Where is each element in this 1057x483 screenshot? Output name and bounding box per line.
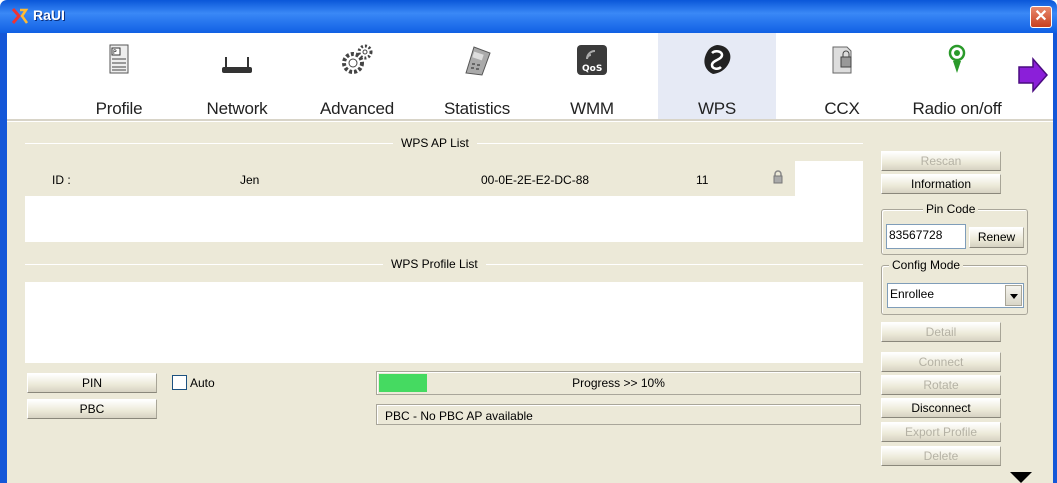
statistics-icon (465, 46, 491, 76)
tab-ccx[interactable]: CCX (807, 43, 877, 118)
svg-text:QoS: QoS (582, 64, 602, 74)
delete-button[interactable]: Delete (881, 446, 1001, 466)
pin-code-field[interactable]: 83567728 (886, 224, 966, 249)
wps-profile-list[interactable] (25, 282, 863, 363)
ralink-logo-icon (11, 8, 29, 24)
ap-id-label: ID : (52, 173, 71, 187)
wps-ap-list-title: WPS AP List (393, 136, 477, 150)
tab-profile-label: Profile (95, 99, 143, 118)
profile-icon: P (109, 44, 129, 74)
export-profile-button[interactable]: Export Profile (881, 422, 1001, 442)
disconnect-button[interactable]: Disconnect (881, 398, 1001, 418)
config-mode-select[interactable]: Enrollee (887, 283, 1024, 308)
window-title: RaUI (33, 7, 65, 23)
scroll-down-icon[interactable] (1010, 472, 1032, 483)
ap-ssid: Jen (240, 173, 260, 187)
auto-checkbox-label: Auto (190, 376, 215, 390)
tab-radio-label: Radio on/off (912, 99, 1002, 118)
close-button[interactable]: ✕ (1030, 6, 1052, 28)
svg-text:P: P (113, 49, 117, 56)
pin-code-title: Pin Code (923, 202, 979, 216)
advanced-icon (342, 44, 373, 74)
tab-network[interactable]: Network (192, 43, 282, 118)
network-icon (222, 57, 252, 73)
tab-radio-on-off[interactable]: Radio on/off (897, 43, 1017, 118)
detail-button[interactable]: Detail (881, 322, 1001, 342)
wps-ap-list[interactable]: ID : Jen 00-0E-2E-E2-DC-88 11 (25, 161, 863, 242)
chevron-down-icon[interactable] (1005, 285, 1022, 306)
arrow-right-icon[interactable] (1017, 57, 1049, 93)
window-frame-right (1053, 33, 1057, 483)
radio-icon (948, 44, 966, 73)
tab-advanced-label: Advanced (319, 99, 394, 118)
tab-advanced[interactable]: Advanced (312, 43, 402, 118)
wps-panel: WPS AP List ID : Jen 00-0E-2E-E2-DC-88 1… (7, 122, 1053, 483)
tab-ccx-label: CCX (824, 99, 860, 118)
tab-network-label: Network (206, 99, 268, 118)
tab-wps-label: WPS (697, 99, 737, 118)
tab-wps[interactable]: WPS (658, 33, 776, 119)
ap-channel: 11 (696, 173, 709, 187)
ccx-icon (832, 46, 852, 74)
tab-wmm-label: WMM (570, 99, 614, 118)
progress-bar: Progress >> 10% (376, 371, 861, 395)
rescan-button[interactable]: Rescan (881, 151, 1001, 171)
tab-statistics-label: Statistics (443, 99, 511, 118)
status-text: PBC - No PBC AP available (376, 404, 861, 425)
information-button[interactable]: Information (881, 174, 1001, 194)
lock-icon (773, 170, 783, 184)
auto-checkbox[interactable] (172, 375, 187, 390)
progress-text: Progress >> 10% (572, 376, 665, 390)
config-mode-value: Enrollee (890, 287, 935, 301)
rotate-button[interactable]: Rotate (881, 375, 1001, 395)
ap-list-row[interactable]: ID : Jen 00-0E-2E-E2-DC-88 11 (25, 161, 795, 196)
ap-bssid: 00-0E-2E-E2-DC-88 (481, 173, 590, 187)
wps-icon (704, 45, 731, 74)
qos-icon: QoS (577, 45, 607, 75)
pbc-button[interactable]: PBC (27, 399, 157, 419)
tab-wmm[interactable]: QoS WMM (552, 43, 632, 118)
connect-button[interactable]: Connect (881, 352, 1001, 372)
wps-profile-list-title: WPS Profile List (383, 257, 486, 271)
pin-button[interactable]: PIN (27, 373, 157, 393)
title-bar: RaUI ✕ (0, 0, 1057, 33)
tab-statistics[interactable]: Statistics (432, 43, 522, 118)
toolbar: P Profile Network Advanced Statistics Qo… (7, 33, 1053, 121)
window-frame-left (0, 33, 7, 483)
tab-profile[interactable]: P Profile (79, 43, 159, 118)
config-mode-title: Config Mode (889, 258, 964, 272)
renew-button[interactable]: Renew (969, 227, 1024, 248)
